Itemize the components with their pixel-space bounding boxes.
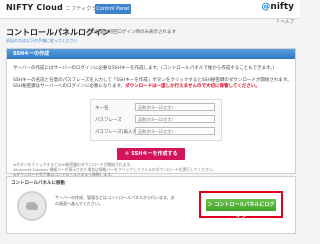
ssh-note-text: SSH秘密鍵はサーバーへのログインに必要になります。: [13, 84, 126, 89]
ssh-warning-text: ダウンロードは一度しか行えませんので大切に保管してください。: [125, 84, 260, 89]
nifty-brand-logo[interactable]: @nifty: [261, 2, 294, 12]
ssh-warning-line: SSH秘密鍵はサーバーへのログインに必要になります。ダウンロードは一度しか行えま…: [13, 83, 260, 89]
passphrase-label: パスフレーズ: [95, 118, 122, 123]
key-name-row: キー名: [95, 103, 217, 113]
login-highlight-frame: ＞ コントロールパネルにログイン: [199, 191, 283, 220]
help-link[interactable]: ? ヘルプ: [277, 19, 294, 25]
ssh-key-form: キー名 パスフレーズ パスフレーズ(再入力): [90, 99, 222, 141]
logo-text: NIFTY Cloud: [6, 3, 63, 12]
key-name-label: キー名: [95, 106, 109, 111]
brand-name: nifty: [270, 2, 294, 12]
key-name-input[interactable]: [135, 103, 215, 111]
login-description: サーバーの作成、管理などはコントロールパネルから行います。次の画面へ進んでくださ…: [55, 195, 175, 206]
create-ssh-key-button[interactable]: ＋ SSHキーを作成する: [117, 148, 185, 160]
control-panel-login-button[interactable]: ＞ コントロールパネルにログイン: [206, 199, 276, 220]
top-bar: NIFTY Cloud ニフティクラウド Control Panel @nifty: [0, 0, 300, 19]
passphrase-row: パスフレーズ: [95, 115, 217, 125]
cloud-server-icon: [17, 191, 47, 221]
page-title-note: 初回の方は以下の手順に従ってください: [6, 38, 78, 43]
ssh-intro-text: サーバーの作成にはサーバーのログインに必要なSSHキーを作成します。(コントロー…: [13, 66, 275, 71]
help-label: ヘルプ: [280, 20, 295, 25]
passphrase-confirm-row: パスフレーズ(再入力): [95, 127, 217, 137]
page-subtitle: この画面は初回ログイン時のみ表示されます: [86, 30, 176, 35]
nifty-cloud-logo[interactable]: NIFTY Cloud ニフティクラウド: [6, 3, 107, 12]
ssh-key-panel: SSHキーの作成 サーバーの作成にはサーバーのログインに必要なSSHキーを作成し…: [6, 48, 296, 177]
login-panel-header: コントロールパネルに移動: [11, 181, 65, 186]
ssh-notes: ※ボタンをクリックするとSSH秘密鍵のダウンロードが開始されます。 ※Inter…: [13, 162, 293, 177]
ssh-panel-header: SSHキーの作成: [7, 49, 295, 59]
passphrase-confirm-input[interactable]: [135, 127, 215, 135]
tab-control-panel[interactable]: Control Panel: [95, 4, 131, 14]
passphrase-confirm-label: パスフレーズ(再入力): [95, 130, 139, 135]
login-panel: コントロールパネルに移動 サーバーの作成、管理などはコントロールパネルから行いま…: [6, 176, 296, 234]
passphrase-input[interactable]: [135, 115, 215, 123]
